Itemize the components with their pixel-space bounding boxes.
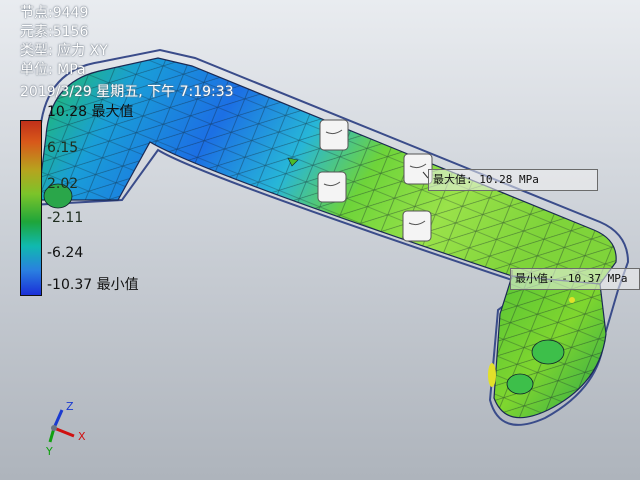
clip-4: [402, 210, 432, 242]
clip-1: [319, 119, 349, 151]
legend-tick-3: -2.11: [47, 210, 84, 226]
legend-tick-2: 2.02: [47, 176, 79, 192]
color-legend-bar: [20, 120, 42, 296]
timestamp: 2019/3/29 星期五, 下午 7:19:33: [20, 84, 234, 100]
triad-x-axis: [53, 426, 75, 438]
view-triad[interactable]: [48, 409, 75, 443]
node-count: 节点:9449: [20, 5, 89, 21]
min-value-callout[interactable]: 最小值: -10.37 MPa: [510, 268, 640, 290]
legend-tick-1: 6.15: [47, 140, 79, 156]
triad-z-label: Z: [66, 400, 74, 413]
legend-min-label: -10.37 最小值: [47, 277, 139, 293]
hotspot-yellow: [488, 363, 496, 387]
legend-max-label: 10.28 最大值: [47, 104, 134, 120]
hotspot-small: [569, 297, 575, 303]
model-viewport[interactable]: [0, 0, 640, 480]
right-mount-hole-1: [531, 339, 565, 365]
right-mount-hole-2: [506, 373, 534, 395]
element-count: 元素:5156: [20, 24, 89, 40]
result-type: 类型: 应力 XY: [20, 43, 108, 59]
triad-origin: [51, 425, 57, 431]
triad-x-label: X: [78, 430, 86, 443]
unit-label: 单位: MPa: [20, 62, 86, 78]
legend-tick-4: -6.24: [47, 245, 84, 261]
max-value-callout[interactable]: 最大值: 10.28 MPa: [428, 169, 598, 191]
triad-y-label: Y: [46, 445, 53, 458]
clip-2: [317, 171, 347, 203]
